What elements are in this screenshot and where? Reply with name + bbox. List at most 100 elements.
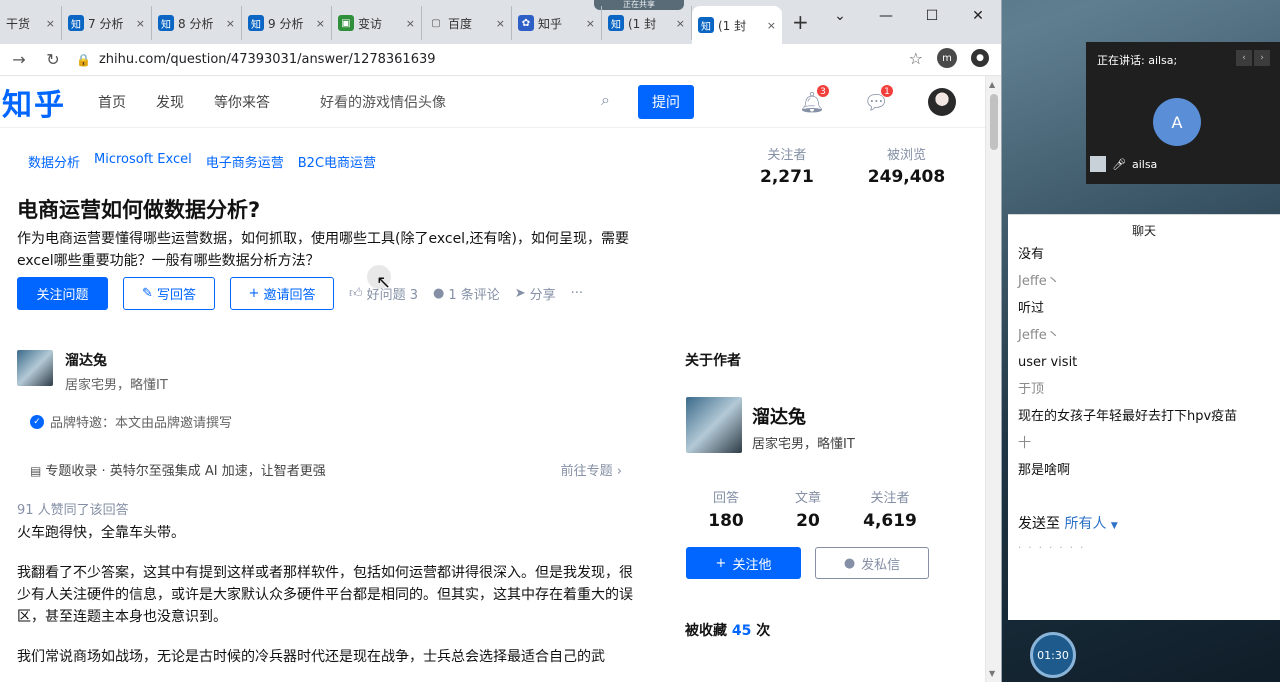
author-followers-stat[interactable]: 关注者 4,619 xyxy=(850,487,930,531)
tab-title: 变访 xyxy=(358,16,383,31)
chevron-right-icon[interactable]: › xyxy=(1254,50,1270,66)
more-button[interactable]: ··· xyxy=(571,286,583,301)
maximize-icon[interactable]: ☐ xyxy=(909,0,955,32)
page-scrollbar[interactable]: ▲ ▼ xyxy=(985,76,1001,682)
go-to-column-link[interactable]: 前往专题 › xyxy=(561,460,622,479)
browser-tab[interactable]: 干货 × xyxy=(0,6,62,40)
column-banner[interactable]: ▤ 专题收录 · 英特尔至强集成 AI 加速，让智者更强 前往专题 › xyxy=(30,460,622,479)
chat-sender: Jeffe丶 xyxy=(1018,328,1060,343)
check-icon: ✓ xyxy=(30,414,44,429)
panel-nav: ‹ › xyxy=(1236,50,1270,66)
answer-content: 火车跑得快，全靠车头带。 我翻看了不少答案，这其中有提到这样或者那样软件，包括如… xyxy=(17,522,637,682)
close-icon[interactable]: × xyxy=(767,19,776,32)
user-avatar[interactable] xyxy=(928,88,956,116)
nav-home[interactable]: 首页 xyxy=(98,92,126,112)
share-button[interactable]: ➤ 分享 xyxy=(515,284,556,303)
url-field[interactable]: zhihu.com/question/47393031/answer/12783… xyxy=(99,52,436,67)
send-message-button[interactable]: ● 发私信 xyxy=(815,547,929,579)
author-bio: 居家宅男，略懂IT xyxy=(65,378,168,393)
browser-tab[interactable]: 知 7 分析 × xyxy=(62,6,152,40)
profile-avatar[interactable]: m xyxy=(937,48,957,68)
browser-tab[interactable]: ▢ 百度 × xyxy=(422,6,512,40)
close-icon[interactable]: × xyxy=(496,17,505,30)
bookmark-star-icon[interactable]: ☆ xyxy=(909,49,923,68)
question-title: 电商运营如何做数据分析? xyxy=(17,198,261,222)
browser-tab[interactable]: 知 9 分析 × xyxy=(242,6,332,40)
about-author-avatar[interactable] xyxy=(686,397,742,453)
send-to-selector[interactable]: 发送至 所有人 ▼ xyxy=(1018,513,1118,533)
stat-label: 文章 xyxy=(794,491,821,506)
pencil-icon: ✎ xyxy=(142,286,153,301)
chevron-left-icon[interactable]: ‹ xyxy=(1236,50,1252,66)
ask-button[interactable]: 提问 xyxy=(638,84,694,119)
microphone-icon[interactable]: 🎤︎ xyxy=(1112,158,1126,171)
followers-stat: 关注者 2,271 xyxy=(760,144,814,187)
minimize-icon[interactable]: — xyxy=(863,0,909,32)
topic-tag[interactable]: 电子商务运营 xyxy=(206,152,284,171)
follow-question-button[interactable]: 关注问题 xyxy=(17,277,108,310)
comments-button[interactable]: ● 1 条评论 xyxy=(433,284,500,303)
search-input[interactable]: 好看的游戏情侣头像 ⌕ xyxy=(320,90,610,112)
tab-title: 9 分析 xyxy=(268,16,304,31)
new-tab-button[interactable]: + xyxy=(782,10,819,44)
answer-paragraph: 我翻看了不少答案，这其中有提到这样或者那样软件，包括如何运营都讲得很深入。但是我… xyxy=(17,565,633,625)
comment-icon: ● xyxy=(433,286,445,301)
browser-tab[interactable]: ✿ 知乎 × xyxy=(512,6,602,40)
invite-answer-button[interactable]: + 邀请回答 xyxy=(230,277,334,310)
close-icon[interactable]: × xyxy=(406,17,415,30)
browser-tab[interactable]: ▣ 变访 × xyxy=(332,6,422,40)
search-suggestion: 好看的游戏情侣头像 xyxy=(320,94,446,111)
tab-title: 8 分析 xyxy=(178,16,214,31)
search-icon[interactable]: ⌕ xyxy=(601,90,610,110)
scroll-up-icon[interactable]: ▲ xyxy=(989,80,995,89)
close-icon[interactable]: × xyxy=(676,17,685,30)
thumbs-up-icon: 👍︎ xyxy=(349,286,363,301)
message-icon[interactable]: 💬︎ 1 xyxy=(863,84,894,114)
about-author-name[interactable]: 溜达兔 xyxy=(752,403,855,429)
close-icon[interactable]: × xyxy=(226,17,235,30)
follow-author-button[interactable]: + 关注他 xyxy=(686,547,801,579)
lock-icon[interactable]: 🔒 xyxy=(76,53,91,67)
collected-suffix: 次 xyxy=(756,623,771,639)
close-icon[interactable]: × xyxy=(46,17,55,30)
user-icon xyxy=(1090,156,1106,172)
write-answer-button[interactable]: ✎ 写回答 xyxy=(123,277,215,310)
close-icon[interactable]: × xyxy=(316,17,325,30)
topic-tag[interactable]: B2C电商运营 xyxy=(298,152,376,171)
forward-icon[interactable]: → xyxy=(4,50,34,69)
scroll-down-icon[interactable]: ▼ xyxy=(989,669,995,678)
chevron-down-icon[interactable]: ▼ xyxy=(1111,521,1118,531)
nav-waiting[interactable]: 等你来答 xyxy=(214,92,270,112)
close-window-icon[interactable]: ✕ xyxy=(955,0,1001,32)
send-to-target[interactable]: 所有人 xyxy=(1064,516,1106,532)
tab-bar: 正在共享 干货 × 知 7 分析 × 知 8 分析 × 知 9 分析 × ▣ 变… xyxy=(0,0,1001,44)
answer-paragraph: 我们常说商场如战场，无论是古时候的冷兵器时代还是现在战争，士兵总会选择最适合自己… xyxy=(17,649,605,665)
author-name[interactable]: 溜达兔 xyxy=(65,350,168,370)
chat-message: 听过 xyxy=(1018,301,1045,316)
stat-label: 关注者 xyxy=(870,491,910,506)
reload-icon[interactable]: ↻ xyxy=(38,50,68,69)
browser-tab[interactable]: 知 8 分析 × xyxy=(152,6,242,40)
about-author-actions: + 关注他 ● 发私信 xyxy=(686,547,929,579)
meeting-timer[interactable]: 01:30 xyxy=(1030,632,1076,678)
close-icon[interactable]: × xyxy=(136,17,145,30)
nav-discover[interactable]: 发现 xyxy=(156,92,184,112)
about-author-card: 溜达兔 居家宅男，略懂IT xyxy=(686,397,855,453)
scrollbar-thumb[interactable] xyxy=(990,94,998,150)
topic-tag[interactable]: Microsoft Excel xyxy=(94,152,192,171)
articles-stat[interactable]: 文章 20 xyxy=(768,487,848,531)
zhihu-logo[interactable]: 知乎 xyxy=(2,80,72,124)
go-to-column-text: 前往专题 xyxy=(560,464,613,479)
browser-tab-active[interactable]: 知 (1 封 × xyxy=(692,6,782,44)
topic-tag[interactable]: 数据分析 xyxy=(28,152,80,171)
extension-icon[interactable]: ● xyxy=(971,49,989,67)
column-label: ▤ 专题收录 · 英特尔至强集成 AI 加速，让智者更强 xyxy=(30,460,326,479)
browser-tab[interactable]: 知 (1 封 × xyxy=(602,6,692,40)
author-avatar[interactable] xyxy=(17,350,53,386)
answers-stat[interactable]: 回答 180 xyxy=(686,487,766,531)
stat-value: 20 xyxy=(796,511,820,531)
bell-icon[interactable]: 🔔︎ 3 xyxy=(799,84,830,114)
chevron-down-icon[interactable]: ⌄ xyxy=(817,0,863,32)
close-icon[interactable]: × xyxy=(586,17,595,30)
chat-input[interactable]: · · · · · · · xyxy=(1018,543,1085,554)
